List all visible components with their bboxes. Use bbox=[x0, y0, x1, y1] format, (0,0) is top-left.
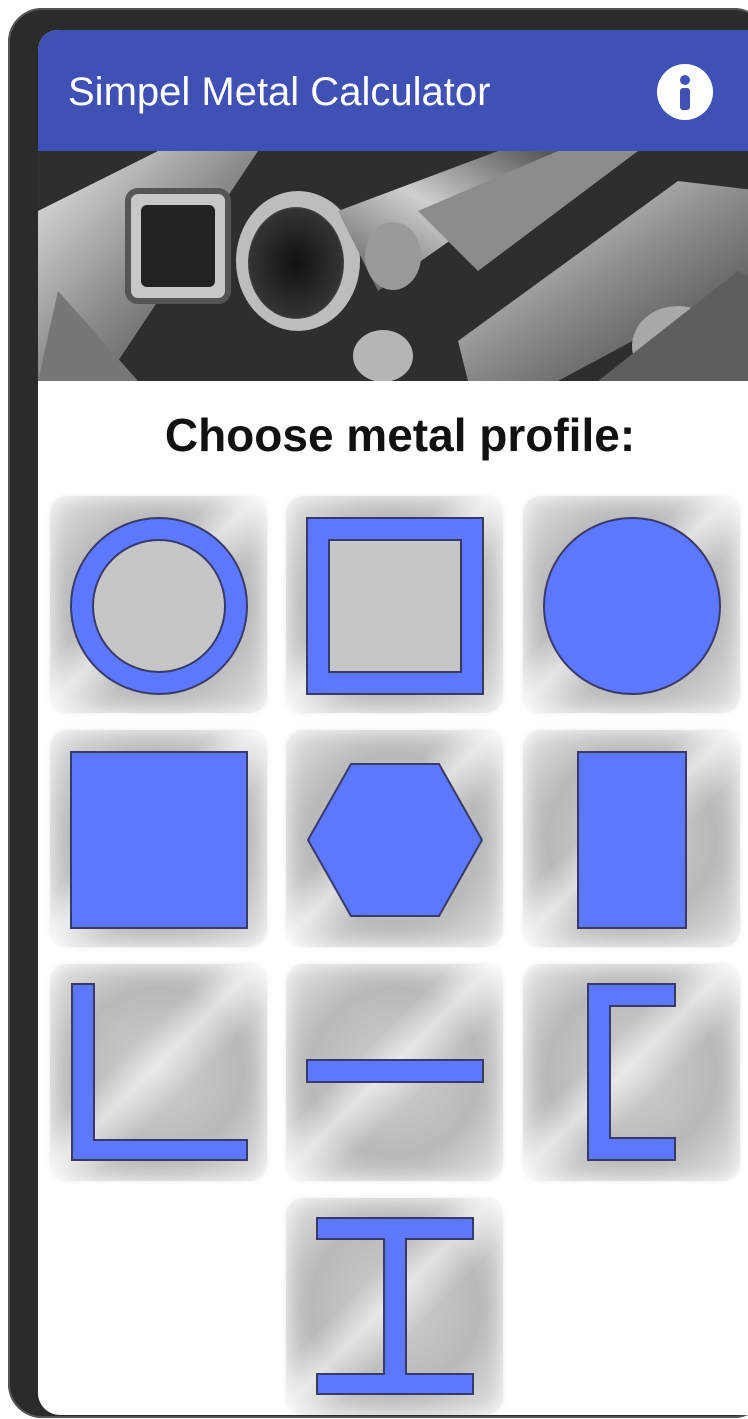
profile-tile-channel[interactable] bbox=[523, 964, 740, 1181]
hero-image bbox=[38, 151, 748, 381]
angle-profile-icon bbox=[71, 983, 248, 1161]
metal-profiles-photo bbox=[38, 151, 748, 381]
profile-tile-flat-bar[interactable] bbox=[523, 730, 740, 947]
profile-tile-square-bar[interactable] bbox=[50, 730, 267, 947]
square-tube-icon bbox=[306, 517, 484, 695]
square-bar-icon bbox=[70, 751, 248, 929]
screen: Simpel Metal Calculator Choose metal pro… bbox=[38, 30, 748, 1415]
profile-tile-square-tube[interactable] bbox=[286, 496, 503, 713]
device-frame: Simpel Metal Calculator Choose metal pro… bbox=[8, 8, 748, 1418]
page-heading: Choose metal profile: bbox=[164, 409, 636, 461]
profile-tile-hexagon-bar[interactable] bbox=[286, 730, 503, 947]
info-icon bbox=[680, 75, 690, 110]
channel-profile-icon bbox=[587, 983, 676, 1161]
flat-bar-icon bbox=[577, 751, 687, 929]
app-bar: Simpel Metal Calculator bbox=[38, 30, 748, 151]
profile-tile-round-bar[interactable] bbox=[523, 496, 740, 713]
round-bar-icon bbox=[543, 517, 721, 695]
i-beam-icon bbox=[316, 1217, 474, 1395]
profile-tile-round-tube[interactable] bbox=[50, 496, 267, 713]
hexagon-bar-icon bbox=[306, 763, 484, 917]
profile-tile-sheet[interactable] bbox=[286, 964, 503, 1181]
profile-tile-angle[interactable] bbox=[50, 964, 267, 1181]
info-button[interactable] bbox=[657, 64, 713, 120]
profile-tile-i-beam[interactable] bbox=[286, 1198, 503, 1415]
round-tube-icon bbox=[70, 517, 248, 695]
sheet-icon bbox=[306, 1059, 484, 1083]
app-title: Simpel Metal Calculator bbox=[68, 70, 491, 114]
